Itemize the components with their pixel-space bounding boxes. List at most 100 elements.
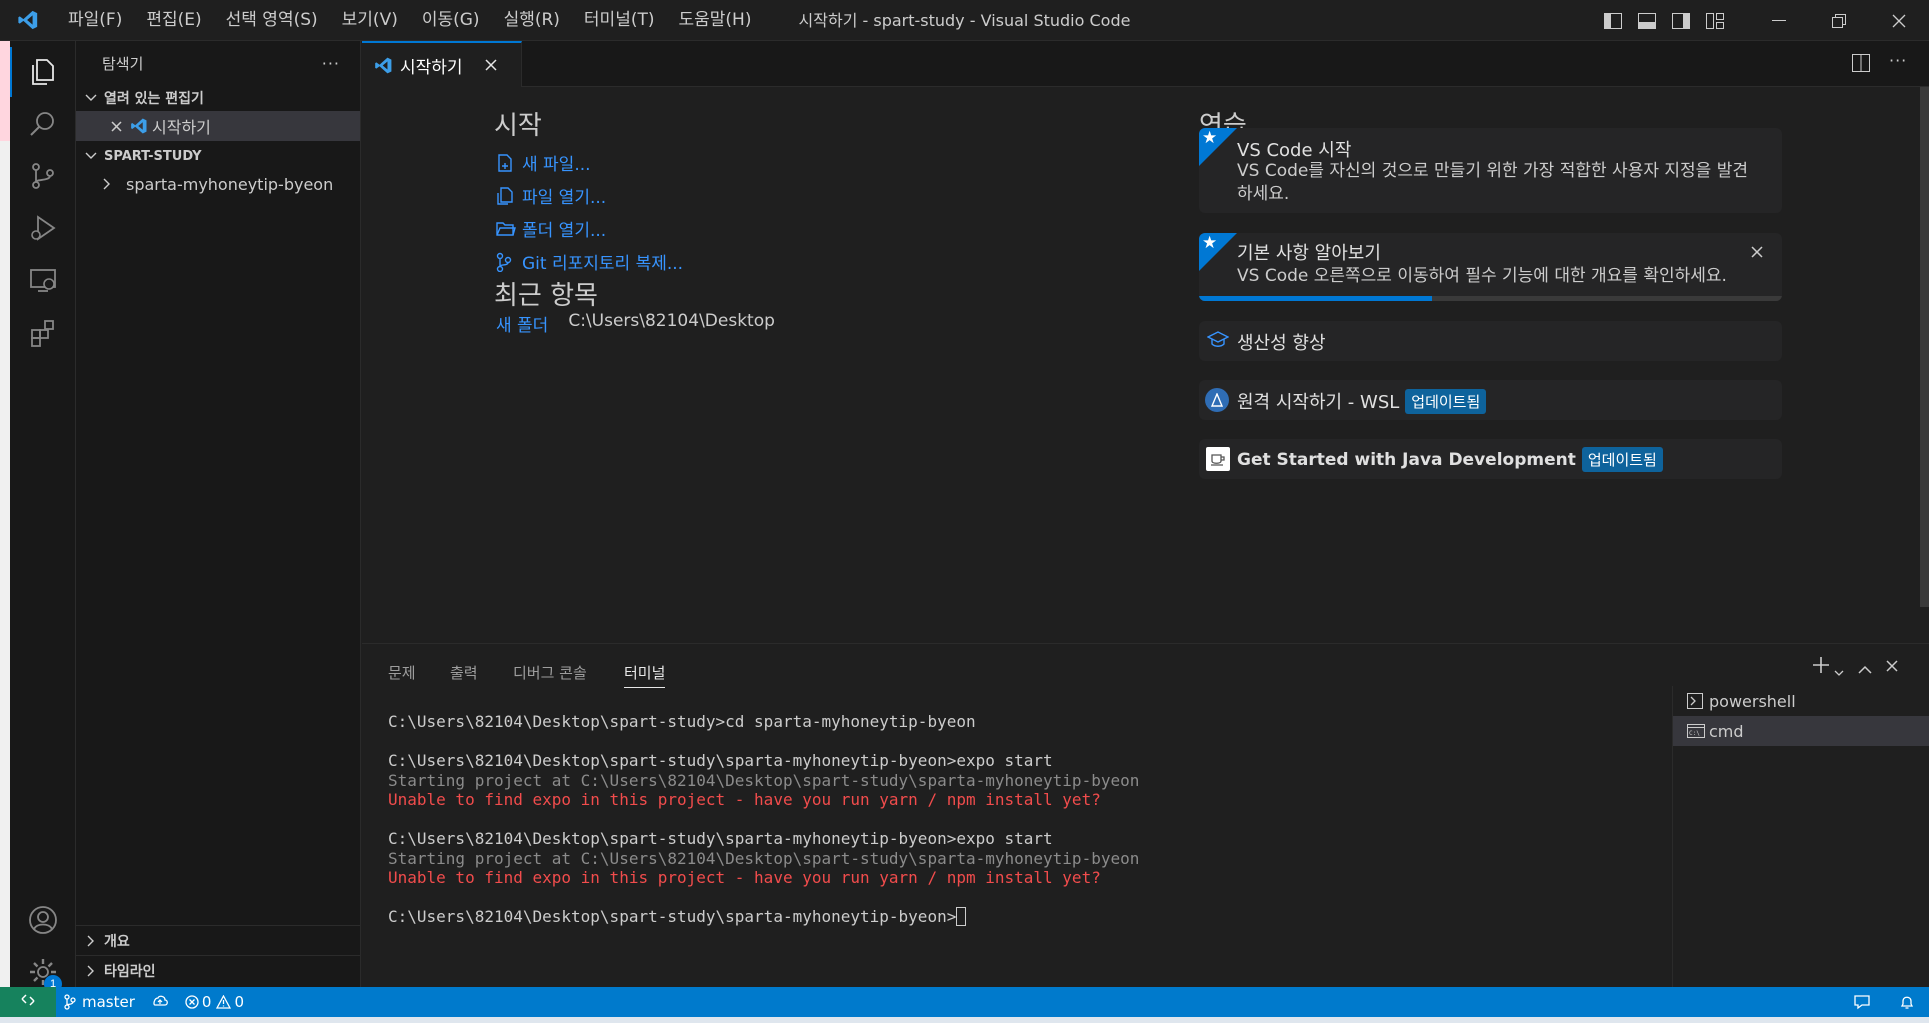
menu-run[interactable]: 실행(R) xyxy=(492,5,572,35)
chevron-down-icon xyxy=(82,89,100,107)
terminal-item-powershell[interactable]: powershell xyxy=(1673,686,1929,716)
title-bar: 파일(F) 편집(E) 선택 영역(S) 보기(V) 이동(G) 실행(R) 터… xyxy=(0,0,1929,41)
explorer-sidebar: 탐색기 ··· 열려 있는 편집기 시작하기 SPART-STUDY spart… xyxy=(76,41,361,987)
timeline-label: 타임라인 xyxy=(104,964,156,980)
terminal-error-line: Unable to find expo in this project - ha… xyxy=(388,790,1101,809)
problems-status[interactable]: 0 0 xyxy=(177,987,252,1017)
powershell-terminal-icon xyxy=(1687,693,1709,709)
remote-icon xyxy=(21,993,35,1011)
linux-penguin-icon xyxy=(1205,388,1229,412)
activity-bar: 1 xyxy=(10,41,76,993)
editor-scrollbar[interactable] xyxy=(1920,87,1929,607)
tab-debug-console[interactable]: 디버그 콘솔 xyxy=(513,662,587,683)
toggle-primary-sidebar-icon[interactable] xyxy=(1599,7,1627,35)
walkthrough-progress-track xyxy=(1199,296,1782,301)
restore-icon[interactable] xyxy=(1809,0,1869,41)
walkthrough-card-vscode-start[interactable]: ★ VS Code 시작 VS Code를 자신의 것으로 만들기 위한 가장 … xyxy=(1199,128,1782,213)
tab-terminal[interactable]: 터미널 xyxy=(624,662,666,688)
open-editor-name: 시작하기 xyxy=(152,118,211,137)
terminal-prompt[interactable]: C:\Users\82104\Desktop\spart-study\spart… xyxy=(388,907,967,926)
walkthrough-card-java[interactable]: Get Started with Java Development 업데이트됨 xyxy=(1199,439,1782,479)
menu-selection[interactable]: 선택 영역(S) xyxy=(214,5,330,35)
graduation-cap-icon xyxy=(1206,331,1230,353)
close-window-icon[interactable] xyxy=(1869,0,1929,41)
open-editors-section[interactable]: 열려 있는 편집기 xyxy=(76,85,360,111)
new-file-link[interactable]: 새 파일... xyxy=(496,146,896,179)
close-panel-icon[interactable] xyxy=(1886,657,1898,676)
open-file-link[interactable]: 파일 열기... xyxy=(496,179,896,212)
updated-badge: 업데이트됨 xyxy=(1581,447,1663,472)
editor-tabs: 시작하기 ··· xyxy=(362,41,1929,87)
menu-go[interactable]: 이동(G) xyxy=(410,5,492,35)
feedback-icon[interactable] xyxy=(1839,987,1885,1017)
terminal-item-cmd[interactable]: C:\ cmd xyxy=(1673,716,1929,746)
minimize-icon[interactable] xyxy=(1749,0,1809,41)
menu-file[interactable]: 파일(F) xyxy=(56,5,134,35)
tab-label: 시작하기 xyxy=(400,57,463,78)
walkthrough-card-wsl[interactable]: 원격 시작하기 - WSL 업데이트됨 xyxy=(1199,380,1782,420)
start-heading: 시작 xyxy=(494,111,542,141)
toggle-panel-icon[interactable] xyxy=(1633,7,1661,35)
extensions-icon[interactable] xyxy=(10,301,76,363)
cloud-sync-icon xyxy=(151,993,169,1011)
tab-output[interactable]: 출력 xyxy=(450,662,478,683)
git-clone-link[interactable]: Git 리포지토리 복제... xyxy=(496,245,896,278)
open-folder-link[interactable]: 폴더 열기... xyxy=(496,212,896,245)
terminal-line: Starting project at C:\Users\82104\Deskt… xyxy=(388,771,1140,790)
java-cup-icon xyxy=(1206,447,1230,471)
chevron-right-icon xyxy=(82,962,100,980)
terminal-error-line: Unable to find expo in this project - ha… xyxy=(388,868,1101,887)
timeline-section[interactable]: 타임라인 xyxy=(76,958,360,984)
menu-edit[interactable]: 편집(E) xyxy=(134,5,213,35)
tab-welcome[interactable]: 시작하기 xyxy=(362,41,522,87)
toggle-secondary-sidebar-icon[interactable] xyxy=(1667,7,1695,35)
workspace-section[interactable]: SPART-STUDY xyxy=(76,143,360,169)
chevron-right-icon xyxy=(98,175,116,193)
walkthrough-card-basics[interactable]: ★ 기본 사항 알아보기 VS Code 오른쪽으로 이동하여 필수 기능에 대… xyxy=(1199,233,1782,301)
terminal-list: powershell C:\ cmd xyxy=(1672,686,1929,988)
error-icon xyxy=(185,995,199,1009)
new-file-icon xyxy=(496,153,522,172)
tab-problems[interactable]: 문제 xyxy=(388,662,416,683)
branch-status[interactable]: master xyxy=(56,987,143,1017)
tab-close-icon[interactable] xyxy=(485,59,497,71)
chevron-down-icon xyxy=(82,147,100,165)
folder-name: sparta-myhoneytip-byeon xyxy=(126,174,334,194)
vscode-tab-icon xyxy=(374,56,400,75)
close-icon[interactable] xyxy=(106,120,126,132)
svg-text:C:\: C:\ xyxy=(1689,730,1700,737)
folder-item[interactable]: sparta-myhoneytip-byeon xyxy=(76,169,360,199)
split-editor-icon[interactable] xyxy=(1852,54,1870,76)
menu-view[interactable]: 보기(V) xyxy=(330,5,410,35)
open-editor-item[interactable]: 시작하기 xyxy=(76,111,360,141)
terminal-line: C:\Users\82104\Desktop\spart-study\spart… xyxy=(388,751,1053,770)
terminal-dropdown-icon[interactable] xyxy=(1834,662,1844,681)
menu-terminal[interactable]: 터미널(T) xyxy=(572,5,667,35)
maximize-panel-icon[interactable] xyxy=(1858,659,1872,678)
new-terminal-plus-icon[interactable] xyxy=(1812,656,1830,678)
menu-help[interactable]: 도움말(H) xyxy=(667,5,764,35)
status-bar: master 0 0 xyxy=(0,987,1929,1017)
updated-badge: 업데이트됨 xyxy=(1405,388,1487,414)
recent-folder-link[interactable]: 새 폴더 xyxy=(496,311,548,336)
editor-more-icon[interactable]: ··· xyxy=(1889,51,1907,70)
menu-bar: 파일(F) 편집(E) 선택 영역(S) 보기(V) 이동(G) 실행(R) 터… xyxy=(56,0,763,41)
sync-status[interactable] xyxy=(143,987,177,1017)
walkthrough-card-productivity[interactable]: 생산성 향상 xyxy=(1199,321,1782,361)
vscode-logo-icon xyxy=(0,0,56,41)
taskbar-edge xyxy=(0,1017,1929,1023)
more-actions-icon[interactable]: ··· xyxy=(322,54,340,73)
notifications-bell-icon[interactable] xyxy=(1885,987,1929,1017)
vscode-file-icon xyxy=(126,117,152,135)
sidebar-title: 탐색기 xyxy=(102,54,144,73)
customize-layout-icon[interactable] xyxy=(1701,7,1729,35)
outline-label: 개요 xyxy=(104,934,130,950)
git-branch-icon xyxy=(64,994,76,1010)
outline-section[interactable]: 개요 xyxy=(76,928,360,954)
terminal-line: C:\Users\82104\Desktop\spart-study\spart… xyxy=(388,829,1053,848)
open-editors-label: 열려 있는 편집기 xyxy=(104,91,204,107)
open-folder-icon xyxy=(496,221,522,237)
remote-indicator[interactable] xyxy=(0,987,56,1017)
recent-item: 새 폴더 C:\Users\82104\Desktop xyxy=(496,311,775,336)
dismiss-close-icon[interactable] xyxy=(1751,243,1763,262)
